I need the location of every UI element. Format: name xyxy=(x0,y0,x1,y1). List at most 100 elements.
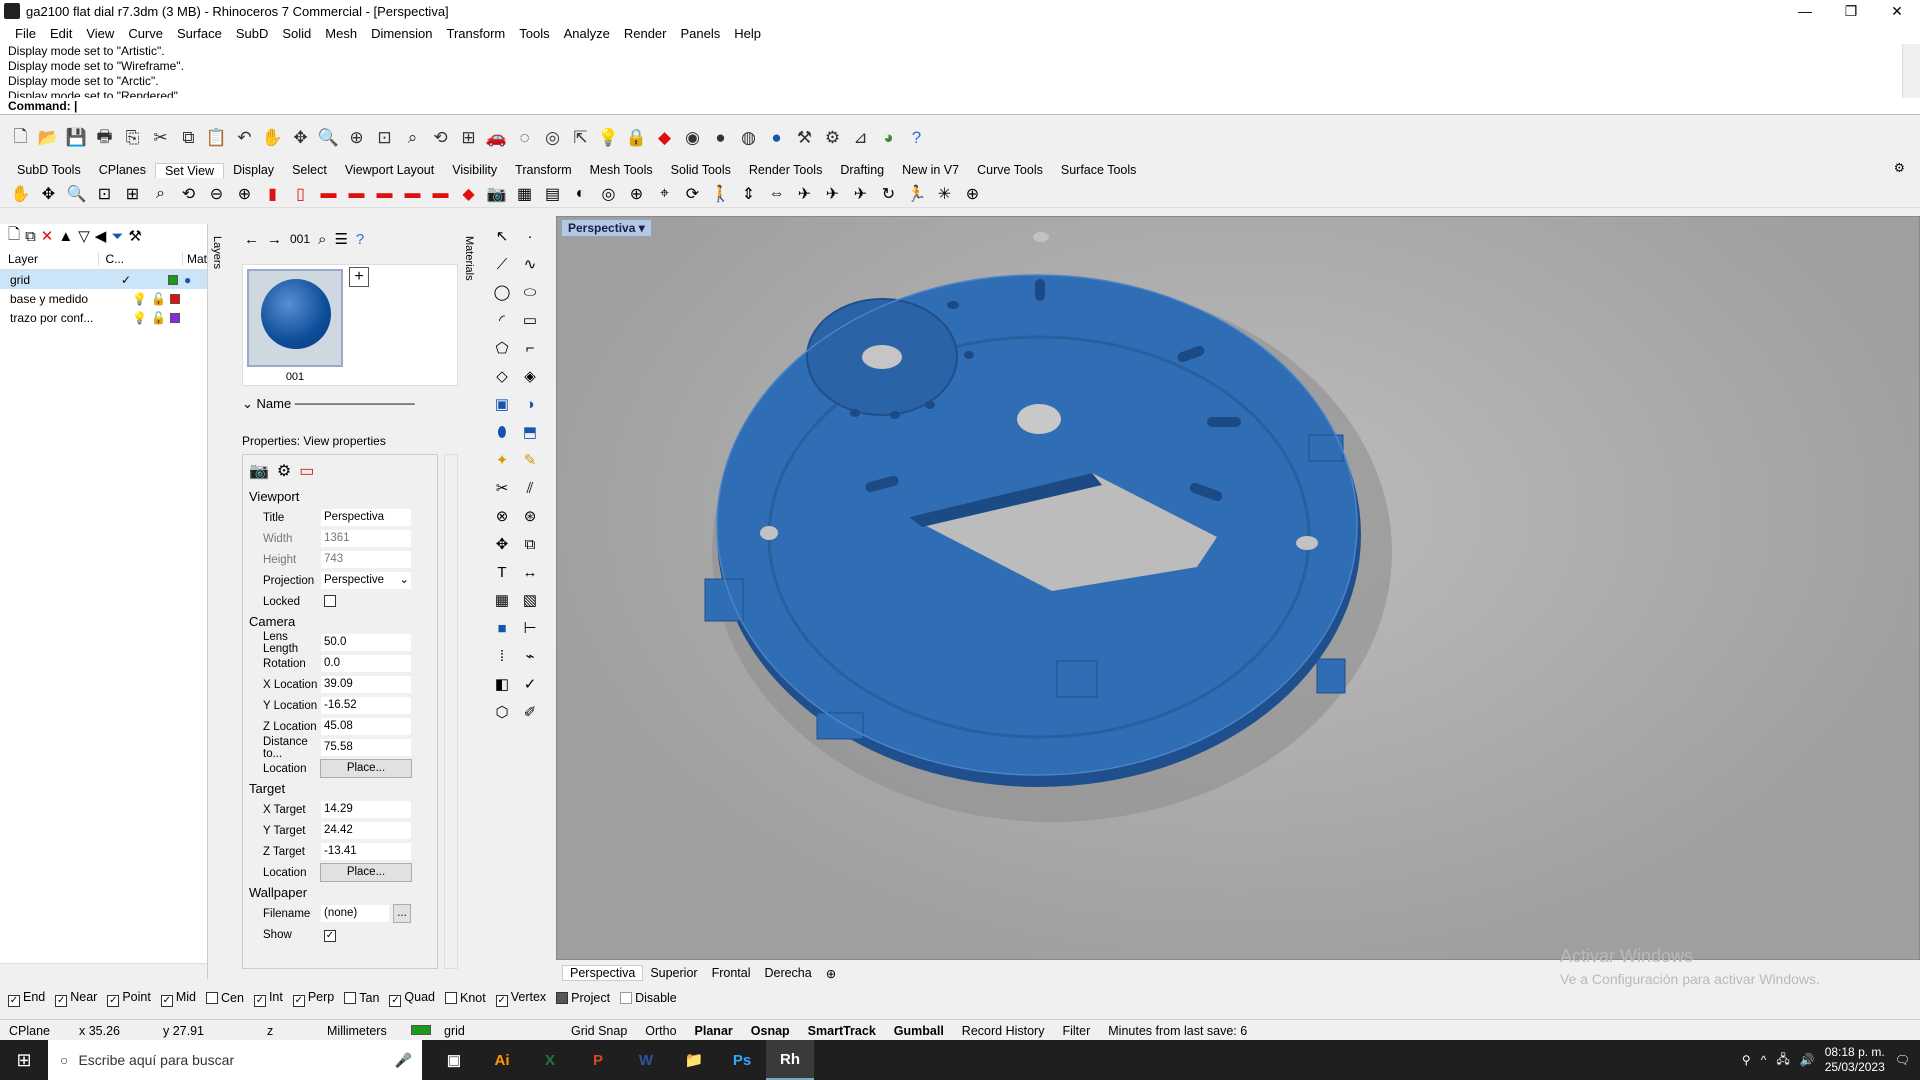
print-icon[interactable]: 🖶 xyxy=(92,126,117,151)
rotate-view-icon[interactable]: ✥ xyxy=(288,126,313,151)
osnap-toggle[interactable]: Osnap xyxy=(742,1024,799,1038)
analyze-icon[interactable]: ⌁ xyxy=(516,644,544,668)
explode-icon[interactable]: ⊛ xyxy=(516,504,544,528)
light-bulb-icon[interactable]: 💡 xyxy=(132,311,147,325)
forward-arrow-icon[interactable]: → xyxy=(267,231,282,248)
zoom-extents-icon[interactable]: ⊡ xyxy=(92,181,117,206)
walk-icon[interactable]: 🏃 xyxy=(904,181,929,206)
move-left-icon[interactable]: ◀ xyxy=(95,227,107,245)
word-icon[interactable]: W xyxy=(622,1040,670,1080)
toolbar-settings-gear-icon[interactable]: ⚙ xyxy=(1885,160,1914,175)
osnap-quad[interactable]: ✓ Quad xyxy=(389,990,435,1007)
zoom-out-icon[interactable]: ⊖ xyxy=(204,181,229,206)
extrude-icon[interactable]: ⬒ xyxy=(516,420,544,444)
maximize-button[interactable]: ❐ xyxy=(1828,0,1874,22)
undo-icon[interactable]: ↶ xyxy=(232,126,257,151)
filter-toggle[interactable]: Filter xyxy=(1053,1024,1099,1038)
ellipse-icon[interactable]: ⬭ xyxy=(516,280,544,304)
zoom-selected-icon[interactable]: ⌕ xyxy=(400,126,425,151)
projection-select[interactable]: Perspective ⌄ xyxy=(320,571,412,590)
copy-icon[interactable]: ⧉ xyxy=(516,532,544,556)
perspective-viewport[interactable]: Perspectiva ▾ xyxy=(556,216,1920,960)
unlock-icon[interactable]: 🔓 xyxy=(151,311,166,325)
shaded-sphere-icon[interactable]: ● xyxy=(708,126,733,151)
paste-icon[interactable]: 📋 xyxy=(204,126,229,151)
tab-perspectiva[interactable]: Perspectiva xyxy=(562,965,644,981)
taskbar-search[interactable]: ○ Escribe aquí para buscar 🎤 xyxy=(48,1040,422,1080)
save-icon[interactable]: 💾 xyxy=(64,126,89,151)
menu-analyze[interactable]: Analyze xyxy=(557,26,617,41)
named-views-icon[interactable]: ▦ xyxy=(512,181,537,206)
add-named-view-button[interactable]: + xyxy=(349,267,369,287)
camera-icon[interactable]: 📷 xyxy=(249,461,269,481)
notifications-icon[interactable]: 🗨 xyxy=(1895,1053,1910,1067)
layer-color-swatch[interactable] xyxy=(169,312,180,323)
target-icon[interactable]: ◎ xyxy=(596,181,621,206)
color-wheel-icon[interactable]: ◉ xyxy=(680,126,705,151)
tab-render-tools[interactable]: Render Tools xyxy=(740,163,831,177)
sun-icon[interactable]: ✳ xyxy=(932,181,957,206)
tab-subd-tools[interactable]: SubD Tools xyxy=(8,163,90,177)
menu-dimension[interactable]: Dimension xyxy=(364,26,439,41)
gumball-toggle[interactable]: Gumball xyxy=(885,1024,953,1038)
osnap-int[interactable]: ✓ Int xyxy=(253,990,283,1007)
z-target-field[interactable]: -13.41 xyxy=(320,842,412,861)
osnap-perp[interactable]: ✓ Perp xyxy=(292,990,334,1007)
osnap-end[interactable]: ✓ End xyxy=(8,990,45,1007)
plane-3-icon[interactable]: ✈ xyxy=(848,181,873,206)
move-icon[interactable]: ✥ xyxy=(488,532,516,556)
planar-toggle[interactable]: Planar xyxy=(686,1024,742,1038)
annotation-icon[interactable]: ✐ xyxy=(516,700,544,724)
car-front-icon[interactable]: ▬ xyxy=(344,181,369,206)
select-arrow-icon[interactable]: ↖ xyxy=(488,224,516,248)
menu-panels[interactable]: Panels xyxy=(673,26,727,41)
osnap-disable[interactable]: Disable xyxy=(620,991,677,1005)
text-icon[interactable]: T xyxy=(488,560,516,584)
zoom-icon[interactable]: 🔍 xyxy=(316,126,341,151)
tab-solid-tools[interactable]: Solid Tools xyxy=(662,163,740,177)
place-camera-icon[interactable]: ⌖ xyxy=(652,181,677,206)
new-file-icon[interactable]: 🗋 xyxy=(8,126,33,151)
zoom-selected-icon[interactable]: ⌕ xyxy=(148,181,173,206)
cplane-status[interactable]: CPlane xyxy=(0,1024,70,1038)
help-icon[interactable]: ? xyxy=(356,231,364,248)
osnap-cen[interactable]: Cen xyxy=(206,991,244,1005)
smarttrack-toggle[interactable]: SmartTrack xyxy=(799,1024,885,1038)
move-up-icon[interactable]: ▲ xyxy=(58,228,73,245)
tab-display[interactable]: Display xyxy=(224,163,283,177)
zoom-window-icon[interactable]: ⊕ xyxy=(344,126,369,151)
record-history-toggle[interactable]: Record History xyxy=(953,1024,1054,1038)
rotate-camera-icon[interactable]: ⟳ xyxy=(680,181,705,206)
render-icon[interactable]: ◧ xyxy=(488,672,516,696)
top-view-icon[interactable]: ▮ xyxy=(260,181,285,206)
x-location-field[interactable]: 39.09 xyxy=(320,675,412,694)
menu-tools[interactable]: Tools xyxy=(512,26,556,41)
history-scrollbar[interactable] xyxy=(1902,44,1920,99)
osnap-tan[interactable]: Tan xyxy=(344,991,379,1005)
title-field[interactable]: Perspectiva xyxy=(320,508,412,527)
light-icon[interactable]: 💡 xyxy=(596,126,621,151)
current-named-view[interactable]: 001 xyxy=(290,232,310,246)
group-icon[interactable]: ▦ xyxy=(488,588,516,612)
cut-icon[interactable]: ✂ xyxy=(148,126,173,151)
menu-view[interactable]: View xyxy=(79,26,121,41)
menu-render[interactable]: Render xyxy=(617,26,674,41)
menu-help[interactable]: Help xyxy=(727,26,768,41)
tab-derecha[interactable]: Derecha xyxy=(757,966,818,980)
cylinder-icon[interactable]: ⬮ xyxy=(488,420,516,444)
render-settings-icon[interactable]: ⚙ xyxy=(277,461,291,481)
people-icon[interactable]: ⚲ xyxy=(1742,1053,1751,1067)
dimension-icon[interactable]: ⊿ xyxy=(848,126,873,151)
open-file-icon[interactable]: 📂 xyxy=(36,126,61,151)
render-sphere-icon[interactable]: ● xyxy=(764,126,789,151)
compass-icon[interactable]: ⊕ xyxy=(960,181,985,206)
surface-icon[interactable]: ◇ xyxy=(488,364,516,388)
front-view-icon[interactable]: ▯ xyxy=(288,181,313,206)
menu-mesh[interactable]: Mesh xyxy=(318,26,364,41)
tab-drafting[interactable]: Drafting xyxy=(831,163,893,177)
properties-scrollbar[interactable] xyxy=(444,454,458,969)
excel-icon[interactable]: X xyxy=(526,1040,574,1080)
lens-icon[interactable]: ◐ xyxy=(568,181,593,206)
new-layer-icon[interactable]: 🗋 xyxy=(8,224,20,249)
polygon-icon[interactable]: ⬠ xyxy=(488,336,516,360)
